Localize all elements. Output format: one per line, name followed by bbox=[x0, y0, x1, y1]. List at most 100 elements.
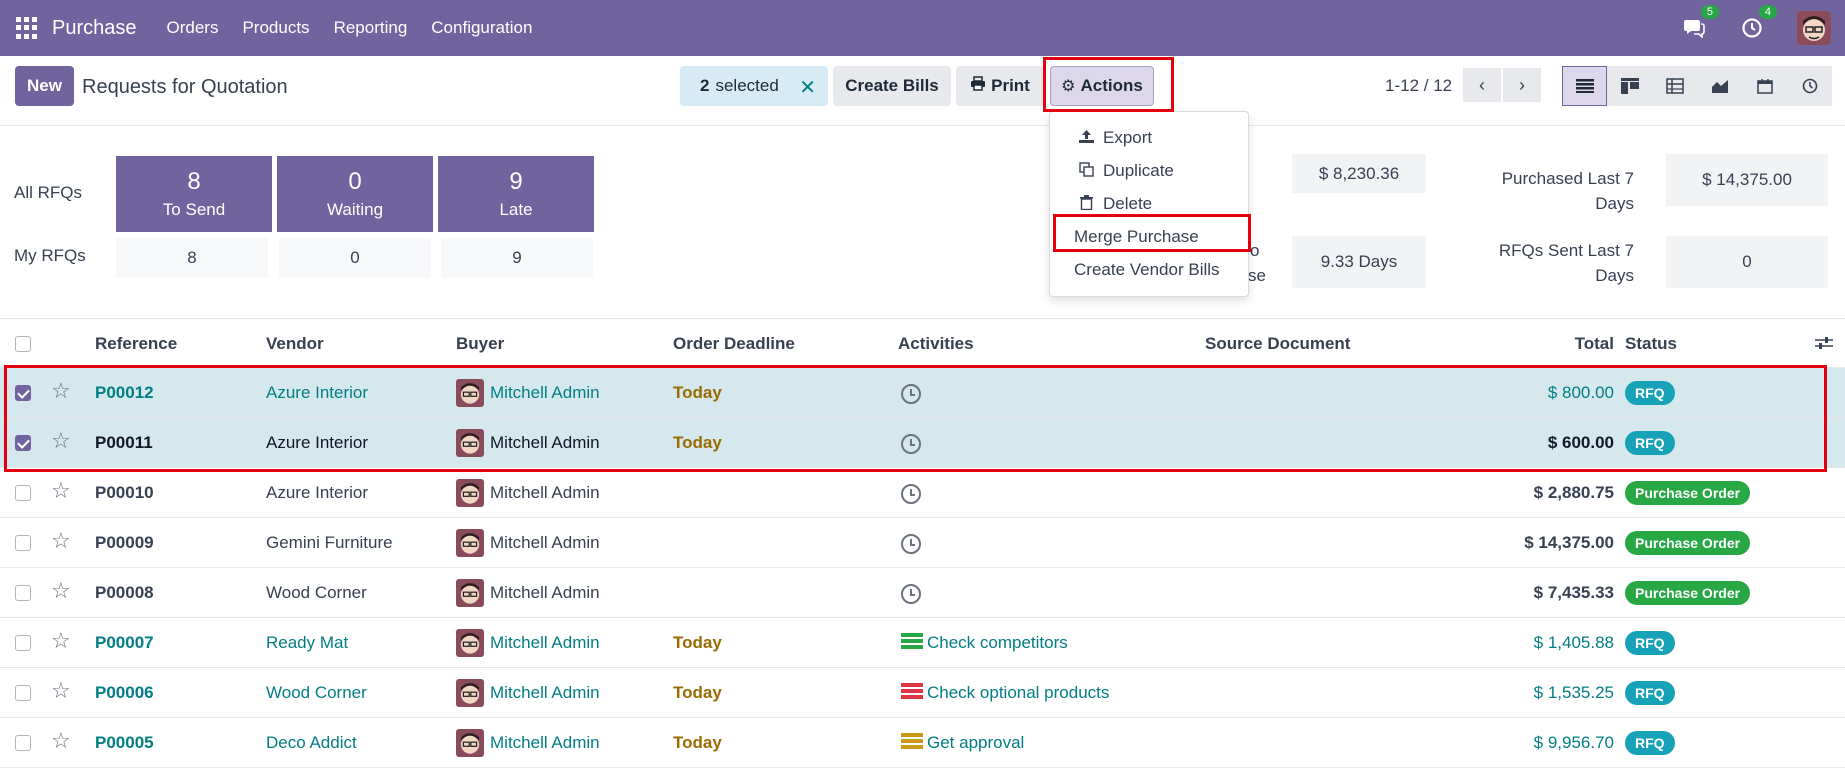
menu-reporting[interactable]: Reporting bbox=[334, 18, 408, 38]
favorite-star-icon[interactable]: ☆ bbox=[51, 380, 71, 402]
app-brand[interactable]: Purchase bbox=[52, 17, 137, 40]
row-checkbox[interactable] bbox=[15, 735, 31, 751]
new-button[interactable]: New bbox=[15, 66, 74, 106]
print-button[interactable]: Print bbox=[956, 66, 1044, 106]
menu-item-merge-purchase[interactable]: Merge Purchase bbox=[1050, 221, 1250, 253]
activity-clock-icon[interactable] bbox=[901, 484, 921, 504]
row-buyer[interactable]: Mitchell Admin bbox=[490, 383, 600, 403]
table-row[interactable]: ☆ P00011 Azure Interior Mitchell Admin T… bbox=[0, 418, 1845, 468]
row-checkbox[interactable] bbox=[15, 535, 31, 551]
pivot-view-icon[interactable] bbox=[1652, 66, 1697, 106]
row-buyer[interactable]: Mitchell Admin bbox=[490, 733, 600, 753]
menu-item-create-vendor-bills[interactable]: Create Vendor Bills bbox=[1050, 254, 1250, 286]
row-buyer[interactable]: Mitchell Admin bbox=[490, 633, 600, 653]
table-row[interactable]: ☆ P00006 Wood Corner Mitchell Admin Toda… bbox=[0, 668, 1845, 718]
row-reference[interactable]: P00010 bbox=[95, 483, 154, 503]
pager-next-icon[interactable]: › bbox=[1503, 68, 1541, 102]
row-vendor[interactable]: Deco Addict bbox=[266, 733, 357, 753]
row-checkbox[interactable] bbox=[15, 385, 31, 401]
menu-item-delete[interactable]: Delete bbox=[1050, 188, 1250, 220]
row-buyer[interactable]: Mitchell Admin bbox=[490, 683, 600, 703]
menu-item-duplicate[interactable]: Duplicate bbox=[1050, 155, 1250, 187]
kanban-view-icon[interactable] bbox=[1607, 66, 1652, 106]
user-avatar[interactable] bbox=[1797, 11, 1831, 45]
row-buyer[interactable]: Mitchell Admin bbox=[490, 583, 600, 603]
activity-clock-icon[interactable] bbox=[901, 384, 921, 404]
row-reference[interactable]: P00012 bbox=[95, 383, 154, 403]
row-activity[interactable]: Check optional products bbox=[927, 683, 1109, 703]
row-reference[interactable]: P00011 bbox=[95, 433, 153, 453]
row-vendor[interactable]: Azure Interior bbox=[266, 383, 368, 403]
row-vendor[interactable]: Wood Corner bbox=[266, 583, 367, 603]
activity-list-icon[interactable] bbox=[901, 633, 923, 651]
row-buyer[interactable]: Mitchell Admin bbox=[490, 483, 600, 503]
favorite-star-icon[interactable]: ☆ bbox=[51, 630, 71, 652]
menu-configuration[interactable]: Configuration bbox=[431, 18, 532, 38]
row-reference[interactable]: P00008 bbox=[95, 583, 154, 603]
col-vendor[interactable]: Vendor bbox=[266, 334, 324, 354]
row-checkbox[interactable] bbox=[15, 485, 31, 501]
menu-item-export[interactable]: Export bbox=[1050, 122, 1250, 154]
activity-list-icon[interactable] bbox=[901, 733, 923, 751]
my-waiting[interactable]: 0 bbox=[279, 238, 431, 278]
my-to-send[interactable]: 8 bbox=[116, 238, 268, 278]
table-row[interactable]: ☆ P00005 Deco Addict Mitchell Admin Toda… bbox=[0, 718, 1845, 768]
col-order-deadline[interactable]: Order Deadline bbox=[673, 334, 795, 354]
row-vendor[interactable]: Ready Mat bbox=[266, 633, 348, 653]
col-status[interactable]: Status bbox=[1625, 334, 1677, 354]
row-reference[interactable]: P00005 bbox=[95, 733, 154, 753]
row-buyer[interactable]: Mitchell Admin bbox=[490, 533, 600, 553]
activity-clock-icon[interactable] bbox=[901, 434, 921, 454]
row-activity[interactable]: Get approval bbox=[927, 733, 1024, 753]
row-vendor[interactable]: Wood Corner bbox=[266, 683, 367, 703]
menu-products[interactable]: Products bbox=[242, 18, 309, 38]
pager-previous-icon[interactable]: ‹ bbox=[1463, 68, 1501, 102]
table-row[interactable]: ☆ P00009 Gemini Furniture Mitchell Admin… bbox=[0, 518, 1845, 568]
row-checkbox[interactable] bbox=[15, 635, 31, 651]
graph-view-icon[interactable] bbox=[1697, 66, 1742, 106]
activity-list-icon[interactable] bbox=[901, 683, 923, 701]
tile-waiting[interactable]: 0 Waiting bbox=[277, 156, 433, 232]
menu-orders[interactable]: Orders bbox=[167, 18, 219, 38]
table-row[interactable]: ☆ P00008 Wood Corner Mitchell Admin $ 7,… bbox=[0, 568, 1845, 618]
favorite-star-icon[interactable]: ☆ bbox=[51, 430, 71, 452]
column-settings-icon[interactable] bbox=[1815, 335, 1833, 351]
activity-view-icon[interactable] bbox=[1787, 66, 1832, 106]
messages-icon[interactable]: 5 bbox=[1681, 5, 1719, 41]
calendar-view-icon[interactable] bbox=[1742, 66, 1787, 106]
row-checkbox[interactable] bbox=[15, 435, 31, 451]
activities-clock-icon[interactable]: 4 bbox=[1739, 5, 1777, 41]
row-checkbox[interactable] bbox=[15, 685, 31, 701]
apps-menu-icon[interactable] bbox=[16, 17, 38, 39]
tile-to-send[interactable]: 8 To Send bbox=[116, 156, 272, 232]
col-total[interactable]: Total bbox=[1575, 334, 1614, 354]
activity-clock-icon[interactable] bbox=[901, 534, 921, 554]
row-checkbox[interactable] bbox=[15, 585, 31, 601]
col-reference[interactable]: Reference bbox=[95, 334, 177, 354]
table-row[interactable]: ☆ P00012 Azure Interior Mitchell Admin T… bbox=[0, 368, 1845, 418]
favorite-star-icon[interactable]: ☆ bbox=[51, 730, 71, 752]
list-view-icon[interactable] bbox=[1562, 66, 1607, 106]
row-vendor[interactable]: Azure Interior bbox=[266, 483, 368, 503]
row-vendor[interactable]: Azure Interior bbox=[266, 433, 368, 453]
my-late[interactable]: 9 bbox=[441, 238, 593, 278]
row-reference[interactable]: P00006 bbox=[95, 683, 154, 703]
row-activity[interactable]: Check competitors bbox=[927, 633, 1068, 653]
col-activities[interactable]: Activities bbox=[898, 334, 974, 354]
favorite-star-icon[interactable]: ☆ bbox=[51, 680, 71, 702]
row-reference[interactable]: P00009 bbox=[95, 533, 154, 553]
create-bills-button[interactable]: Create Bills bbox=[833, 66, 951, 106]
clear-selection-icon[interactable]: ✕ bbox=[799, 75, 816, 100]
pager-value[interactable]: 1-12 / 12 bbox=[1385, 76, 1452, 96]
actions-button[interactable]: ⚙ Actions bbox=[1050, 66, 1154, 106]
favorite-star-icon[interactable]: ☆ bbox=[51, 530, 71, 552]
tile-late[interactable]: 9 Late bbox=[438, 156, 594, 232]
row-buyer[interactable]: Mitchell Admin bbox=[490, 433, 600, 453]
favorite-star-icon[interactable]: ☆ bbox=[51, 580, 71, 602]
select-all-checkbox[interactable] bbox=[15, 336, 31, 352]
col-buyer[interactable]: Buyer bbox=[456, 334, 504, 354]
table-row[interactable]: ☆ P00010 Azure Interior Mitchell Admin $… bbox=[0, 468, 1845, 518]
table-row[interactable]: ☆ P00007 Ready Mat Mitchell Admin Today … bbox=[0, 618, 1845, 668]
row-vendor[interactable]: Gemini Furniture bbox=[266, 533, 393, 553]
row-reference[interactable]: P00007 bbox=[95, 633, 154, 653]
